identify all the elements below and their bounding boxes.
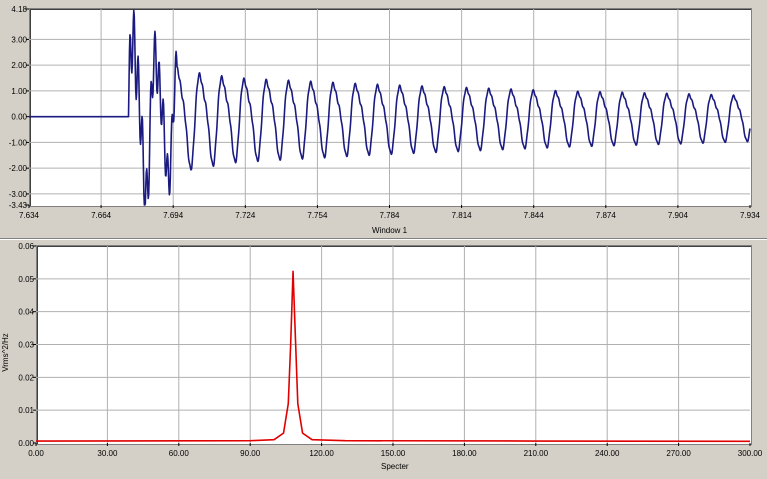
time-x-tick-label: 7.754 [307,211,328,220]
spectrum-x-tick-label: 30.00 [97,449,118,458]
time-y-tick-label: 3.00 [11,35,27,44]
time-x-tick-label: 7.874 [596,211,617,220]
time-x-tick-label: 7.784 [379,211,400,220]
spectrum-y-tick-label: 0.00 [18,439,34,448]
spectrum-x-tick-label: 180.00 [452,449,477,458]
time-x-tick-label: 7.664 [91,211,112,220]
time-x-tick-label: 7.634 [19,211,40,220]
time-x-tick-label: 7.724 [235,211,256,220]
spectrum-y-tick-label: 0.06 [18,242,34,251]
spectrum-x-tick-label: 90.00 [240,449,261,458]
time-y-tick-label: -3.00 [9,190,28,199]
time-y-tick-label: 1.00 [11,87,27,96]
spectrum-x-tick-label: 210.00 [524,449,549,458]
spectrum-x-tick-label: 120.00 [309,449,334,458]
time-y-tick-label: -3.43 [9,201,28,210]
spectrum-x-tick-label: 270.00 [666,449,691,458]
time-x-tick-label: 7.844 [524,211,545,220]
time-x-axis-title: Window 1 [372,226,408,235]
time-domain-chart: 7.634 7.664 7.694 7.724 7.754 7.784 7.814 7.844… [9,5,761,220]
spectrum-x-tick-label: 240.00 [595,449,620,458]
time-y-tick-label: -1.00 [9,138,28,147]
time-y-tick-label: -2.00 [9,164,28,173]
spectrum-y-tick-label: 0.05 [18,275,34,284]
time-y-tick-label: 4.18 [11,5,27,14]
spectrum-x-tick-label: 60.00 [169,449,190,458]
spectrum-chart: 0.00 30.00 60.00 90.00 120.00 150.00 180.00 210… [18,242,763,458]
spectrum-panel: 0.00 30.00 60.00 90.00 120.00 150.00 180.00 210… [0,240,767,479]
time-x-tick-label: 7.694 [163,211,184,220]
time-x-tick-label: 7.814 [452,211,473,220]
spectrum-x-tick-label: 300.00 [738,449,763,458]
time-domain-panel: 7.634 7.664 7.694 7.724 7.754 7.784 7.814 7.844… [0,0,767,238]
time-x-tick-label: 7.904 [668,211,689,220]
spectrum-y-tick-label: 0.03 [18,341,34,350]
spectrum-x-axis-title: Specter [381,462,409,471]
spectrum-x-tick-label: 0.00 [28,449,44,458]
time-y-tick-label: 2.00 [11,61,27,70]
spectrum-y-axis-title: Vrms^2/Hz [0,333,10,372]
time-x-tick-label: 7.934 [740,211,761,220]
spectrum-y-tick-label: 0.04 [18,308,34,317]
spectrum-y-tick-label: 0.02 [18,373,34,382]
time-y-tick-label: 0.00 [11,113,27,122]
spectrum-y-tick-label: 0.01 [18,406,34,415]
spectrum-x-tick-label: 150.00 [381,449,406,458]
